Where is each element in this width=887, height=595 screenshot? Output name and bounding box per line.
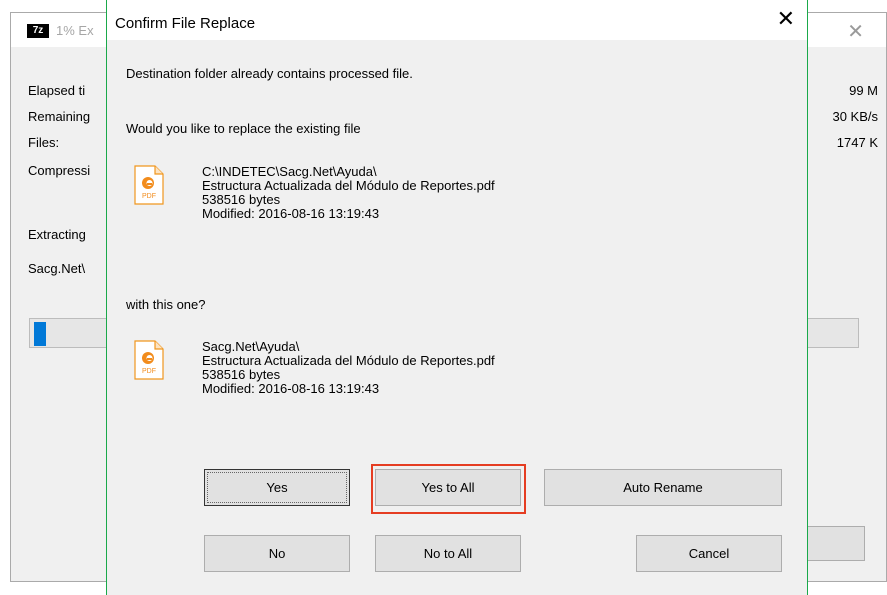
- svg-text:PDF: PDF: [142, 368, 156, 375]
- current-file-label: Sacg.Net\: [28, 261, 86, 276]
- svg-text:PDF: PDF: [142, 193, 156, 200]
- 7zip-icon: 7z: [27, 24, 49, 38]
- message-text: Destination folder already contains proc…: [126, 66, 413, 81]
- compressed-label: Compressi: [28, 163, 91, 178]
- yes-to-all-highlight: [371, 464, 526, 514]
- existing-file-path: C:\INDETEC\Sacg.Net\Ayuda\: [202, 164, 377, 179]
- pdf-icon: PDF: [134, 340, 164, 380]
- no-to-all-button[interactable]: No to All: [375, 535, 521, 572]
- pdf-icon: PDF: [134, 165, 164, 205]
- elapsed-label: Elapsed ti: [28, 83, 86, 98]
- with-this-text: with this one?: [126, 297, 206, 312]
- background-button[interactable]: [801, 526, 865, 561]
- size-value: 99 M: [849, 83, 878, 98]
- existing-file-info: C:\INDETEC\Sacg.Net\Ayuda\ Estructura Ac…: [202, 165, 495, 221]
- confirm-file-replace-dialog: Confirm File Replace ✕ Destination folde…: [106, 0, 808, 595]
- files-value: 1747 K: [836, 135, 878, 150]
- no-button[interactable]: No: [204, 535, 350, 572]
- extracting-label: Extracting: [28, 227, 86, 242]
- new-file-info: Sacg.Net\Ayuda\ Estructura Actualizada d…: [202, 340, 495, 396]
- cancel-button[interactable]: Cancel: [636, 535, 782, 572]
- new-file-size: 538516 bytes: [202, 367, 281, 382]
- new-file-modified: Modified: 2016-08-16 13:19:43: [202, 381, 380, 396]
- progress-fill: [34, 322, 46, 346]
- auto-rename-button[interactable]: Auto Rename: [544, 469, 782, 506]
- close-icon[interactable]: ✕: [777, 8, 795, 30]
- existing-file-size: 538516 bytes: [202, 192, 281, 207]
- background-close-icon[interactable]: ✕: [847, 19, 864, 44]
- new-file-name: Estructura Actualizada del Módulo de Rep…: [202, 353, 495, 368]
- remaining-label: Remaining: [28, 109, 91, 124]
- dialog-title: Confirm File Replace: [115, 15, 256, 32]
- speed-value: 30 KB/s: [832, 109, 878, 124]
- question-text: Would you like to replace the existing f…: [126, 121, 361, 136]
- files-label: Files:: [28, 135, 60, 150]
- background-title: 1% Ex: [56, 23, 94, 38]
- yes-button[interactable]: Yes: [204, 469, 350, 506]
- new-file-path: Sacg.Net\Ayuda\: [202, 339, 300, 354]
- existing-file-modified: Modified: 2016-08-16 13:19:43: [202, 206, 380, 221]
- dialog-titlebar: Confirm File Replace ✕: [107, 0, 807, 40]
- existing-file-name: Estructura Actualizada del Módulo de Rep…: [202, 178, 495, 193]
